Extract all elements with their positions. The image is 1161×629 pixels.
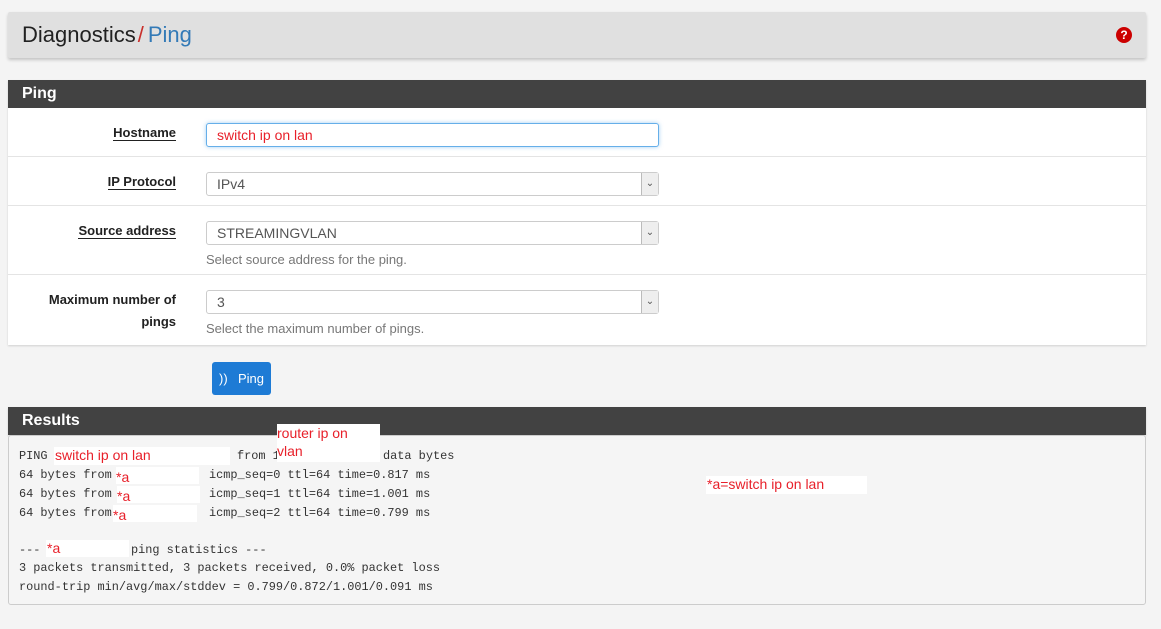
rtt-summary: round-trip min/avg/max/stddev = 0.799/0.… [19,580,433,594]
chevron-down-icon: ⌄ [641,222,658,244]
chevron-down-icon: ⌄ [641,173,658,195]
ip-protocol-select[interactable]: IPv4 ⌄ [206,172,659,196]
router-text-2: vlan [277,443,303,459]
results-output: PING from 1 data bytes switch ip on lan … [8,424,1146,605]
packets-summary: 3 packets transmitted, 3 packets receive… [19,561,440,575]
redaction-router: router ip on vlan [277,424,380,462]
results-panel: Results [8,407,1146,435]
reply-rest: icmp_seq=1 ttl=64 time=1.001 ms [209,487,431,501]
redaction-host: switch ip on lan [54,447,230,465]
ping-panel: Ping Hostname switch ip on lan IP Protoc… [8,80,1146,345]
stats-prefix: --- [19,543,41,557]
hostname-label: Hostname [113,125,176,141]
ip-protocol-value: IPv4 [217,176,246,192]
breadcrumb: Diagnostics/Ping [22,22,192,48]
results-title: Results [8,407,1146,435]
source-address-select[interactable]: STREAMINGVLAN ⌄ [206,221,659,245]
breadcrumb-separator: / [137,22,144,47]
reply-prefix: 64 bytes from [19,506,112,520]
max-pings-label: Maximum number of [48,292,176,307]
reply-rest: icmp_seq=0 ttl=64 time=0.817 ms [209,468,431,482]
hostname-input[interactable]: switch ip on lan [206,123,659,147]
redaction-mark: *a [113,505,197,523]
max-pings-help: Select the maximum number of pings. [206,321,425,336]
source-address-help: Select source address for the ping. [206,252,407,267]
ip-protocol-label: IP Protocol [107,174,176,190]
ping-line-from: from 1 [237,449,280,463]
ip-protocol-row: IP Protocol IPv4 ⌄ [8,157,1146,206]
ping-line-prefix: PING [19,449,48,463]
reply-rest: icmp_seq=2 ttl=64 time=0.799 ms [209,506,431,520]
chevron-down-icon: ⌄ [641,291,658,313]
breadcrumb-parent[interactable]: Diagnostics [22,22,136,47]
redaction-mark: *a [117,486,200,504]
rss-icon: )) [219,371,228,386]
max-pings-value: 3 [217,294,225,310]
source-address-value: STREAMINGVLAN [217,225,337,241]
reply-prefix: 64 bytes from [19,487,112,501]
source-address-label: Source address [78,223,176,239]
page-header: Diagnostics/Ping ? [8,12,1146,58]
ping-panel-title: Ping [8,80,1146,108]
redaction-mark: *a [46,540,129,557]
router-text-1: router ip on [277,425,348,441]
max-pings-select[interactable]: 3 ⌄ [206,290,659,314]
reply-prefix: 64 bytes from [19,468,112,482]
breadcrumb-current[interactable]: Ping [148,22,192,47]
ping-button-label: Ping [238,371,265,386]
stats-suffix: ping statistics --- [131,543,267,557]
hostname-row: Hostname switch ip on lan [8,108,1146,157]
redaction-mark: *a [116,467,199,485]
ping-button[interactable]: )) Ping [212,362,271,395]
max-pings-label-2: pings [141,314,176,329]
ping-line-suffix: data bytes [383,449,455,463]
annotation-legend: *a=switch ip on lan [706,476,867,494]
max-pings-row: Maximum number of pings 3 ⌄ Select the max… [8,275,1146,345]
source-address-row: Source address STREAMINGVLAN ⌄ Select sou… [8,206,1146,275]
help-icon[interactable]: ? [1116,27,1132,43]
